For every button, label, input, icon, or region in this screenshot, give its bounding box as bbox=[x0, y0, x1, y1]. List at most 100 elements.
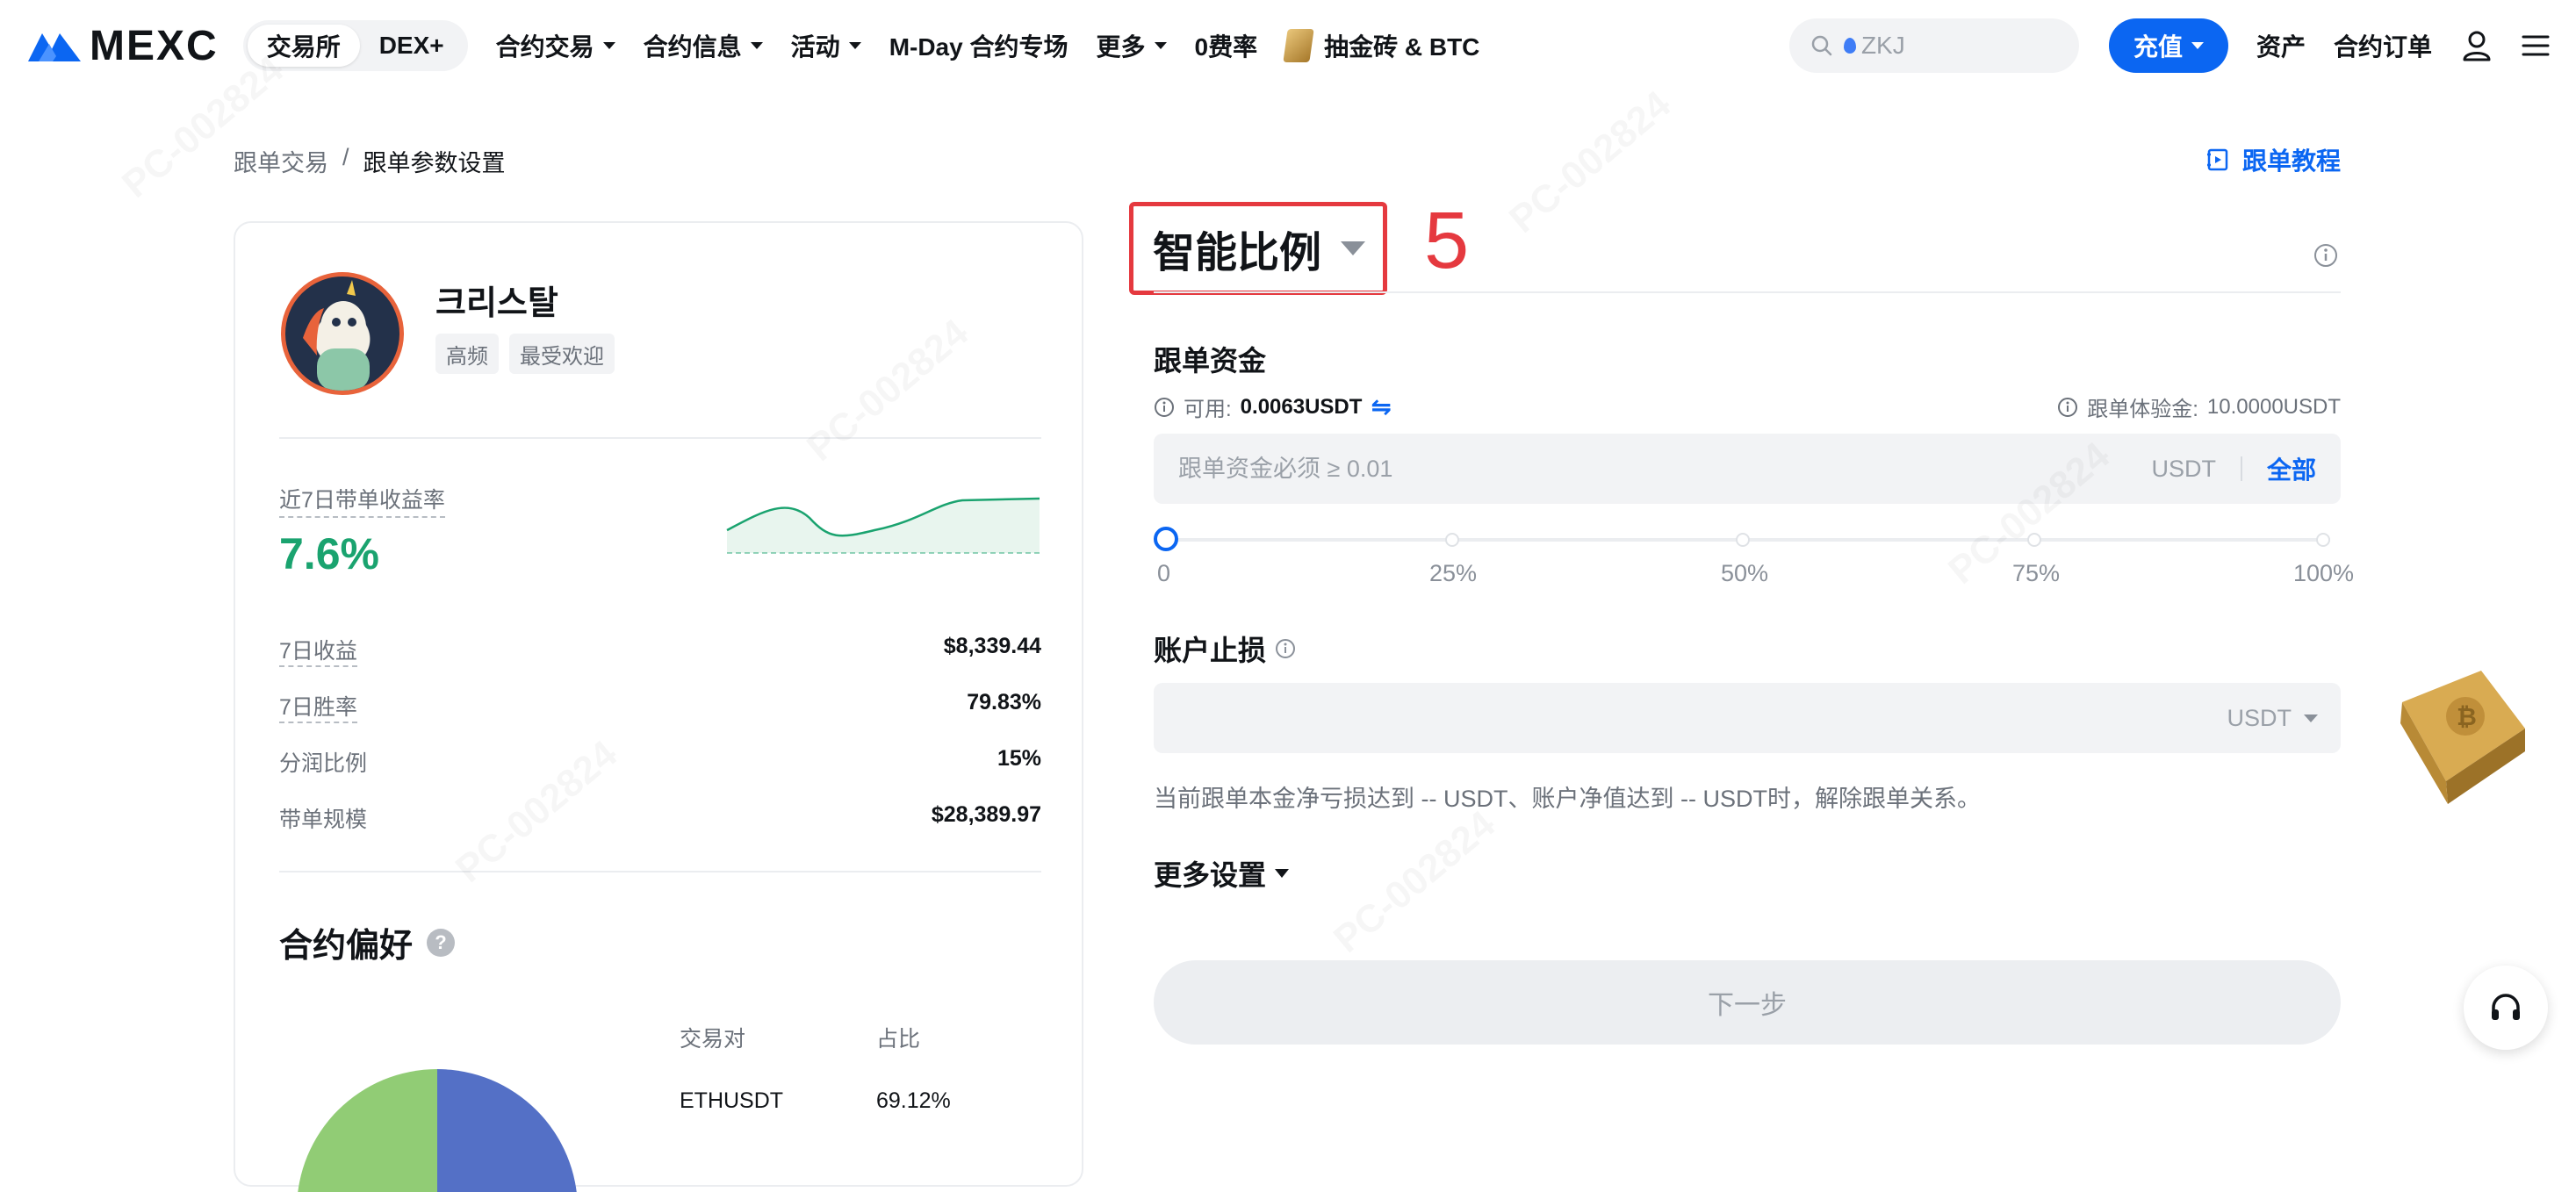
divider bbox=[279, 437, 1041, 439]
trial-fund: 跟单体验金: 10.0000USDT bbox=[2057, 391, 2341, 422]
main-menu: 合约交易 合约信息 活动 M-Day 合约专场 更多 0费率 抽金砖 & BTC bbox=[496, 28, 1480, 63]
menu-futures-trading[interactable]: 合约交易 bbox=[496, 28, 615, 63]
gold-bar-icon bbox=[1283, 29, 1314, 62]
roi-value: 7.6% bbox=[279, 529, 379, 578]
user-icon[interactable] bbox=[2462, 30, 2492, 61]
stat-label[interactable]: 7日收益 bbox=[279, 634, 357, 667]
preference-pie-chart bbox=[298, 1069, 577, 1192]
trader-card: 크리스탈 高频 最受欢迎 近7日带单收益率 7.6% 7日收益 $8,339.4… bbox=[234, 221, 1083, 1192]
menu-zero-fee[interactable]: 0费率 bbox=[1195, 28, 1258, 63]
step-annotation: 5 bbox=[1424, 196, 1470, 285]
slider-dot-75[interactable] bbox=[2027, 533, 2041, 547]
info-icon[interactable] bbox=[2057, 397, 2078, 418]
fund-section-title: 跟单资金 bbox=[1154, 339, 1266, 379]
hamburger-menu-icon[interactable] bbox=[2522, 33, 2550, 58]
slider-mark-100: 100% bbox=[2293, 560, 2355, 586]
futures-orders-link[interactable]: 合约订单 bbox=[2334, 28, 2432, 63]
tutorial-link[interactable]: 跟单教程 bbox=[2205, 142, 2341, 177]
stat-row-7d-winrate: 7日胜率 79.83% bbox=[279, 690, 1041, 723]
divider bbox=[1154, 291, 2341, 293]
stat-row-profit-share: 分润比例 15% bbox=[279, 746, 1041, 778]
switch-exchange[interactable]: 交易所 bbox=[247, 25, 360, 67]
customer-support-button[interactable] bbox=[2464, 966, 2548, 1050]
slider-mark-50: 50% bbox=[1721, 560, 1769, 586]
trader-name: 크리스탈 bbox=[435, 285, 558, 322]
menu-events[interactable]: 活动 bbox=[791, 28, 861, 63]
roi-label[interactable]: 近7日带单收益率 bbox=[279, 483, 445, 518]
next-step-button[interactable]: 下一步 bbox=[1154, 960, 2341, 1045]
breadcrumb-parent[interactable]: 跟单交易 bbox=[234, 144, 328, 178]
menu-more[interactable]: 更多 bbox=[1096, 28, 1167, 63]
available-balance: 可用: 0.0063USDT ⇋ bbox=[1154, 391, 1392, 422]
stat-label[interactable]: 7日胜率 bbox=[279, 690, 357, 723]
fund-amount-input[interactable] bbox=[1178, 455, 2152, 483]
contract-preference-title: 合约偏好 ? bbox=[279, 918, 456, 966]
caret-down-icon bbox=[750, 42, 763, 49]
stat-value: 15% bbox=[997, 746, 1041, 771]
token-drop-icon bbox=[1843, 38, 1856, 54]
menu-label: 合约信息 bbox=[643, 33, 742, 61]
stat-value: $28,389.97 bbox=[931, 802, 1041, 827]
exchange-dex-switch: 交易所 DEX+ bbox=[242, 20, 468, 71]
more-settings-toggle[interactable]: 更多设置 bbox=[1154, 853, 1290, 894]
watermark: PC-002824 bbox=[1326, 802, 1504, 961]
copy-mode-label: 智能比例 bbox=[1153, 230, 1322, 276]
deposit-button[interactable]: 充值 bbox=[2108, 18, 2228, 73]
menu-gold-btc[interactable]: 抽金砖 & BTC bbox=[1283, 28, 1480, 63]
stat-row-aum: 带单规模 $28,389.97 bbox=[279, 802, 1041, 834]
col-head-ratio: 占比 bbox=[876, 1027, 921, 1052]
breadcrumb-current: 跟单参数设置 bbox=[363, 150, 506, 176]
stat-label: 分润比例 bbox=[279, 751, 368, 776]
separator bbox=[2240, 456, 2242, 481]
menu-mday[interactable]: M-Day 合约专场 bbox=[889, 28, 1069, 63]
available-label: 可用: bbox=[1184, 398, 1232, 421]
col-head-pair: 交易对 bbox=[680, 1027, 746, 1052]
book-icon bbox=[2206, 148, 2228, 171]
menu-label: 0费率 bbox=[1194, 33, 1258, 61]
search-icon bbox=[1811, 35, 1832, 56]
headset-icon bbox=[2492, 994, 2520, 1020]
slider-dot-50[interactable] bbox=[1736, 533, 1750, 547]
assets-link[interactable]: 资产 bbox=[2256, 28, 2306, 63]
search-input[interactable]: ZKJ bbox=[1788, 18, 2079, 73]
caret-down-icon bbox=[1341, 241, 1366, 255]
available-value: 0.0063USDT bbox=[1240, 394, 1363, 419]
pref-pair: ETHUSDT bbox=[680, 1088, 784, 1113]
menu-label: 抽金砖 & BTC bbox=[1324, 33, 1480, 61]
fund-percent-slider[interactable] bbox=[1154, 527, 2330, 562]
slider-mark-75: 75% bbox=[2012, 560, 2061, 586]
copy-mode-dropdown[interactable]: 智能比例 bbox=[1129, 202, 1387, 295]
menu-label: 活动 bbox=[790, 33, 840, 61]
search-placeholder-text: ZKJ bbox=[1860, 32, 1905, 59]
max-all-button[interactable]: 全部 bbox=[2267, 451, 2316, 486]
caret-down-icon bbox=[2304, 714, 2318, 722]
divider bbox=[279, 871, 1041, 872]
avatar bbox=[281, 272, 404, 395]
trader-tags: 高频 最受欢迎 bbox=[435, 334, 615, 374]
gold-bar-promo-icon[interactable]: ₿ bbox=[2385, 667, 2534, 808]
caret-down-icon bbox=[2191, 42, 2204, 49]
fund-unit: USDT bbox=[2151, 455, 2216, 482]
menu-futures-info[interactable]: 合约信息 bbox=[644, 28, 763, 63]
info-icon[interactable] bbox=[2313, 242, 2339, 269]
slider-mark-0: 0 bbox=[1157, 560, 1171, 586]
mexc-logo[interactable]: MEXC bbox=[26, 19, 219, 72]
breadcrumb-separator: / bbox=[342, 144, 349, 170]
tag-most-popular: 最受欢迎 bbox=[509, 334, 615, 374]
nav-right: ZKJ 充值 资产 合约订单 bbox=[1788, 0, 2550, 91]
tutorial-label: 跟单教程 bbox=[2241, 147, 2341, 175]
slider-dot-25[interactable] bbox=[1445, 533, 1459, 547]
transfer-icon[interactable]: ⇋ bbox=[1371, 392, 1391, 421]
help-icon[interactable]: ? bbox=[427, 928, 456, 957]
stoploss-unit: USDT bbox=[2227, 704, 2292, 731]
slider-handle[interactable] bbox=[1154, 527, 1178, 551]
slider-mark-25: 25% bbox=[1429, 560, 1478, 586]
slider-dot-100[interactable] bbox=[2316, 533, 2330, 547]
stoploss-input[interactable]: USDT bbox=[1154, 683, 2341, 753]
info-icon[interactable] bbox=[1275, 638, 1296, 659]
menu-label: 合约交易 bbox=[495, 33, 594, 61]
switch-dex[interactable]: DEX+ bbox=[360, 25, 464, 67]
fund-title-text: 跟单资金 bbox=[1154, 345, 1267, 377]
stoploss-hint: 当前跟单本金净亏损达到 -- USDT、账户净值达到 -- USDT时，解除跟单… bbox=[1154, 786, 1981, 812]
info-icon[interactable] bbox=[1154, 397, 1175, 418]
